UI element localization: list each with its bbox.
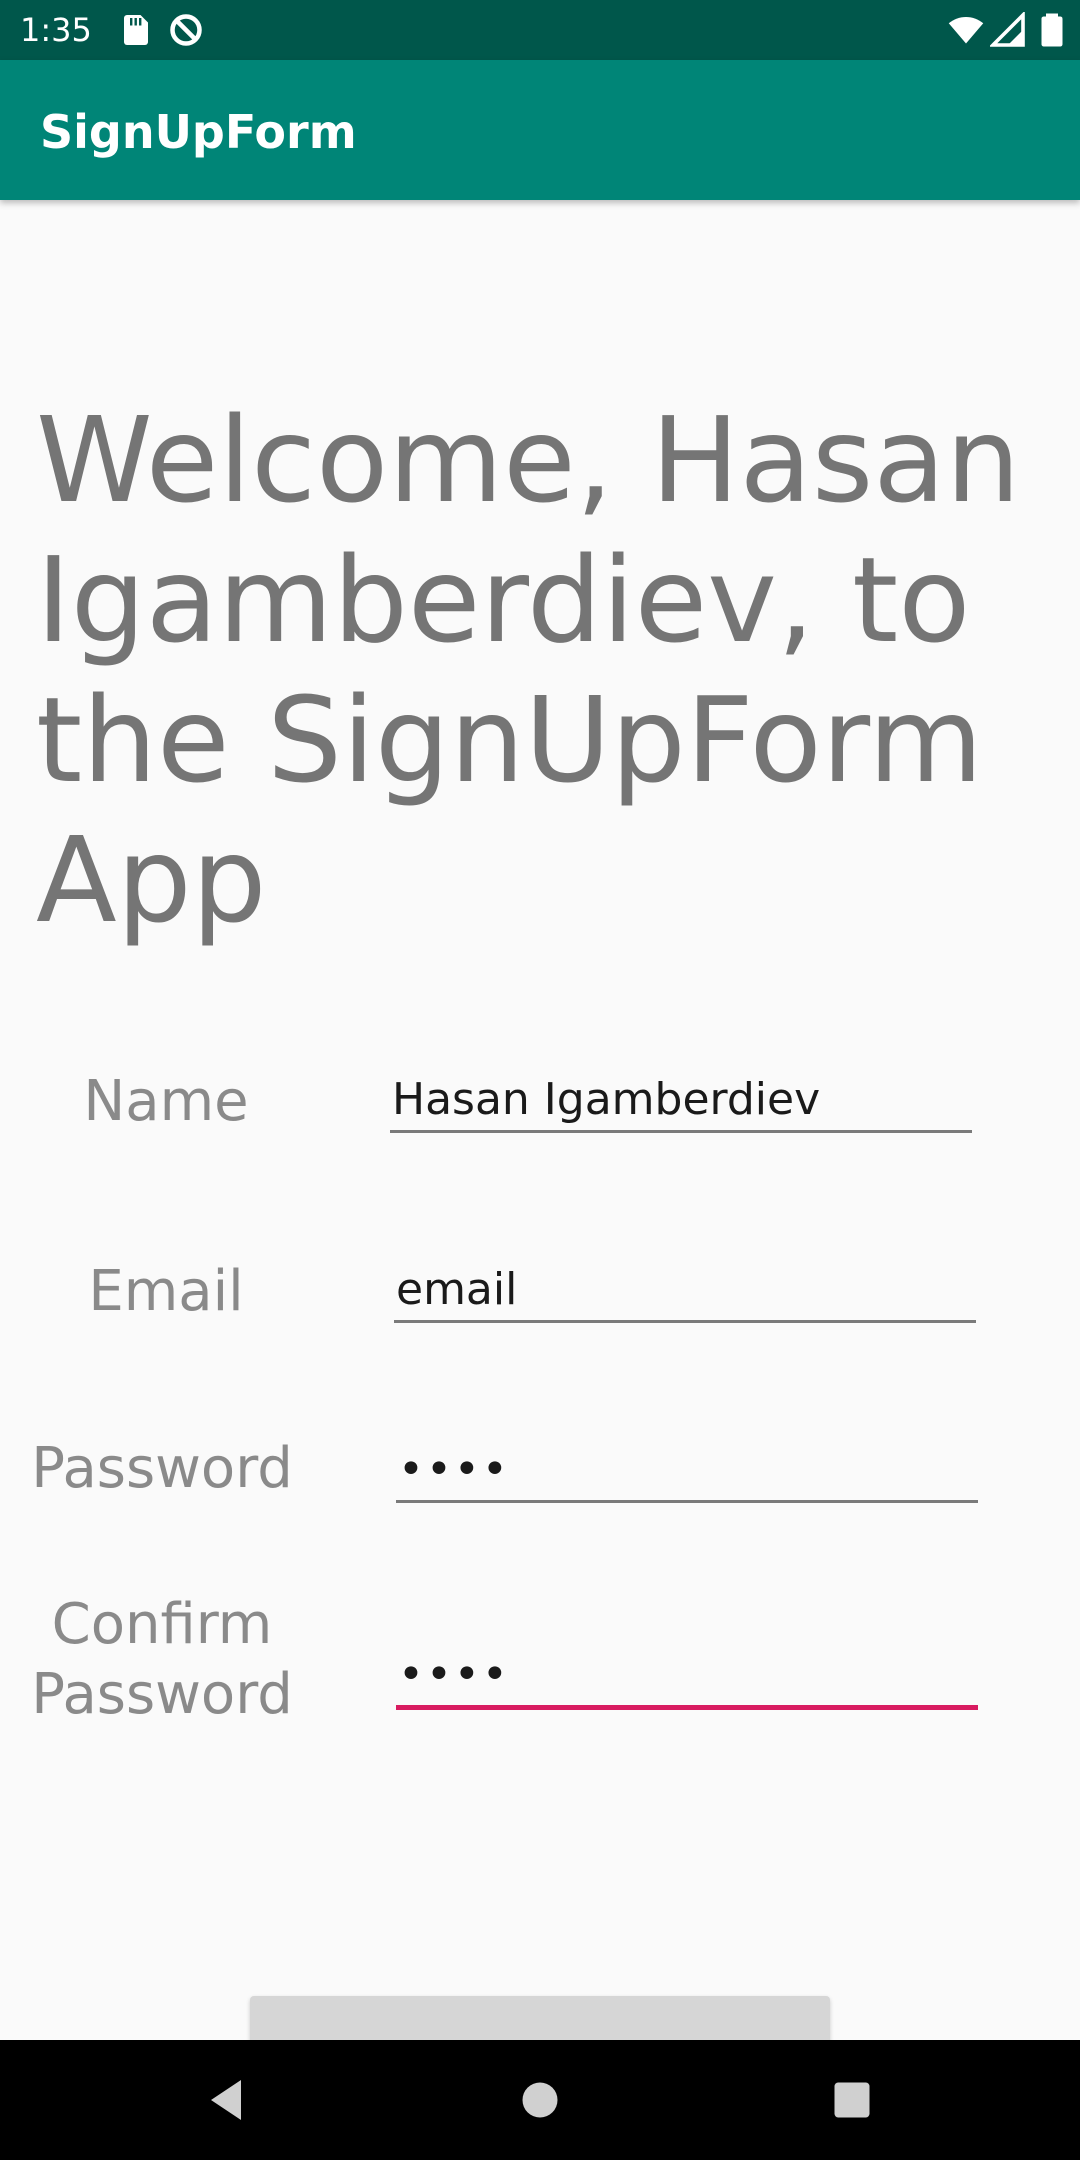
sd-card-icon [118, 12, 154, 48]
home-icon[interactable] [510, 2070, 570, 2130]
cell-signal-icon [988, 10, 1026, 48]
email-field[interactable]: email [394, 1260, 976, 1323]
data-saver-icon [168, 12, 204, 48]
back-icon[interactable] [196, 2070, 256, 2130]
app-title: SignUpForm [40, 105, 357, 159]
wifi-icon [948, 12, 984, 48]
battery-icon [1034, 12, 1070, 48]
app-bar: SignUpForm [0, 60, 1080, 200]
email-label: Email [88, 1259, 244, 1324]
confirm-password-label-line1: Confirm [51, 1592, 273, 1657]
confirm-password-field[interactable]: •••• [396, 1645, 978, 1710]
name-field[interactable]: Hasan Igamberdiev [390, 1070, 972, 1133]
confirm-password-label: Confirm Password [12, 1590, 312, 1730]
status-bar: 1:35 [0, 0, 1080, 60]
confirm-password-label-line2: Password [31, 1662, 293, 1727]
password-field[interactable]: •••• [396, 1440, 978, 1503]
name-label: Name [83, 1069, 249, 1134]
status-time: 1:35 [20, 11, 92, 49]
password-label: Password [31, 1436, 293, 1501]
navigation-bar [0, 2040, 1080, 2160]
recents-icon[interactable] [822, 2070, 882, 2130]
welcome-heading: Welcome, Hasan Igamberdiev, to the SignU… [36, 391, 1021, 949]
